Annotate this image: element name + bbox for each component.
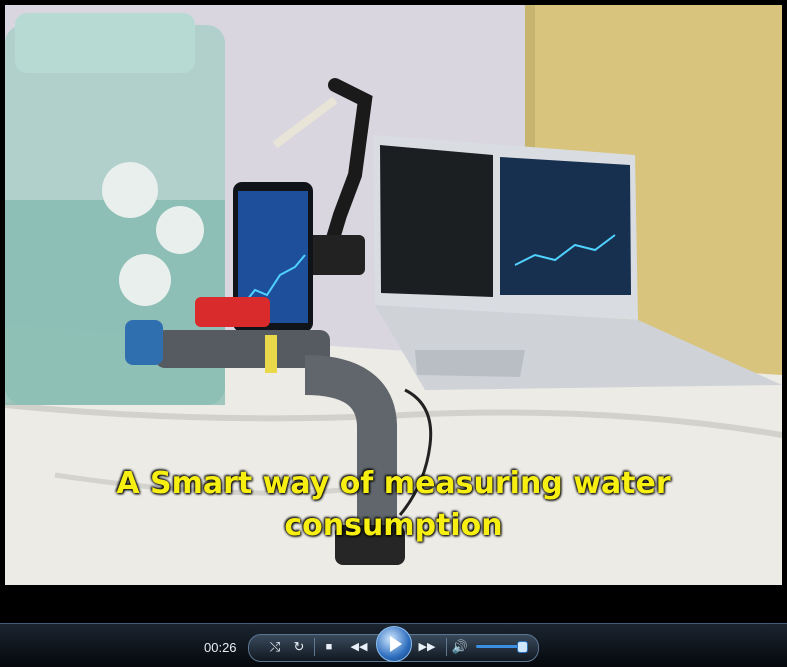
- play-icon[interactable]: [376, 626, 412, 662]
- divider: [314, 638, 315, 656]
- video-caption: A Smart way of measuring water consumpti…: [5, 463, 782, 547]
- next-icon[interactable]: ▶▶: [412, 634, 442, 660]
- current-time: 00:26: [204, 640, 237, 655]
- player-control-bar: 00:26 ⤭ ↻ ■ ◀◀ ▶▶ 🔊: [0, 623, 787, 667]
- video-frame[interactable]: A Smart way of measuring water consumpti…: [5, 5, 782, 585]
- previous-icon[interactable]: ◀◀: [344, 634, 374, 660]
- volume-icon[interactable]: 🔊: [450, 634, 470, 660]
- repeat-icon[interactable]: ↻: [288, 634, 310, 660]
- stop-icon[interactable]: ■: [318, 634, 340, 660]
- divider: [446, 638, 447, 656]
- letterbox: [0, 585, 787, 623]
- caption-line-2: consumption: [284, 508, 503, 543]
- caption-line-1: A Smart way of measuring water: [116, 466, 671, 501]
- volume-slider-handle[interactable]: [517, 641, 528, 653]
- shuffle-icon[interactable]: ⤭: [262, 634, 288, 660]
